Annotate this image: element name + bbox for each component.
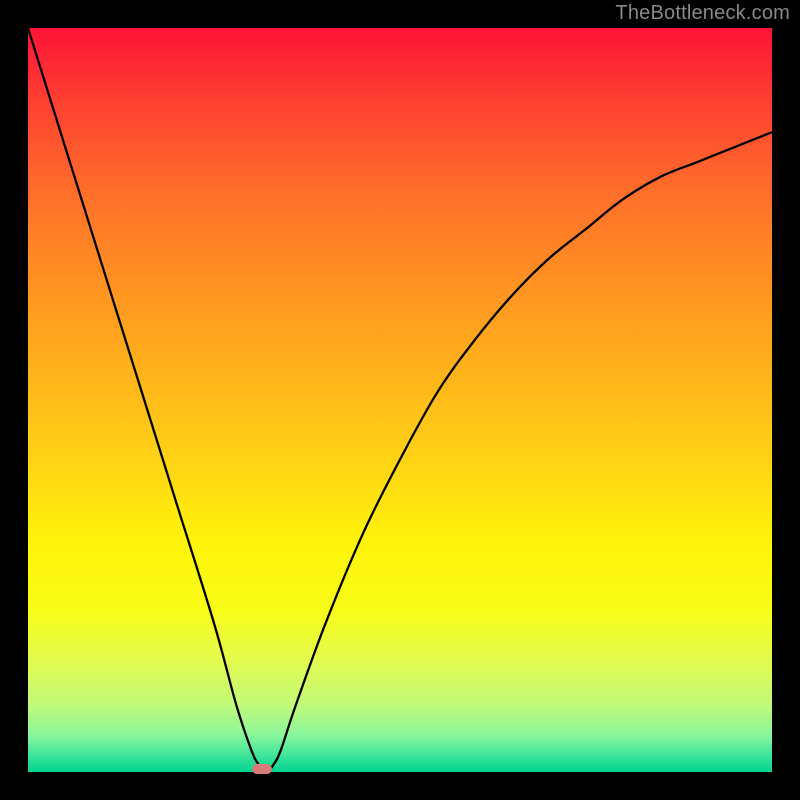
watermark-text: TheBottleneck.com: [615, 2, 790, 25]
bottleneck-curve: [28, 28, 772, 772]
chart-plot-area: [28, 28, 772, 772]
minimum-marker: [252, 764, 272, 774]
curve-path: [28, 28, 772, 772]
